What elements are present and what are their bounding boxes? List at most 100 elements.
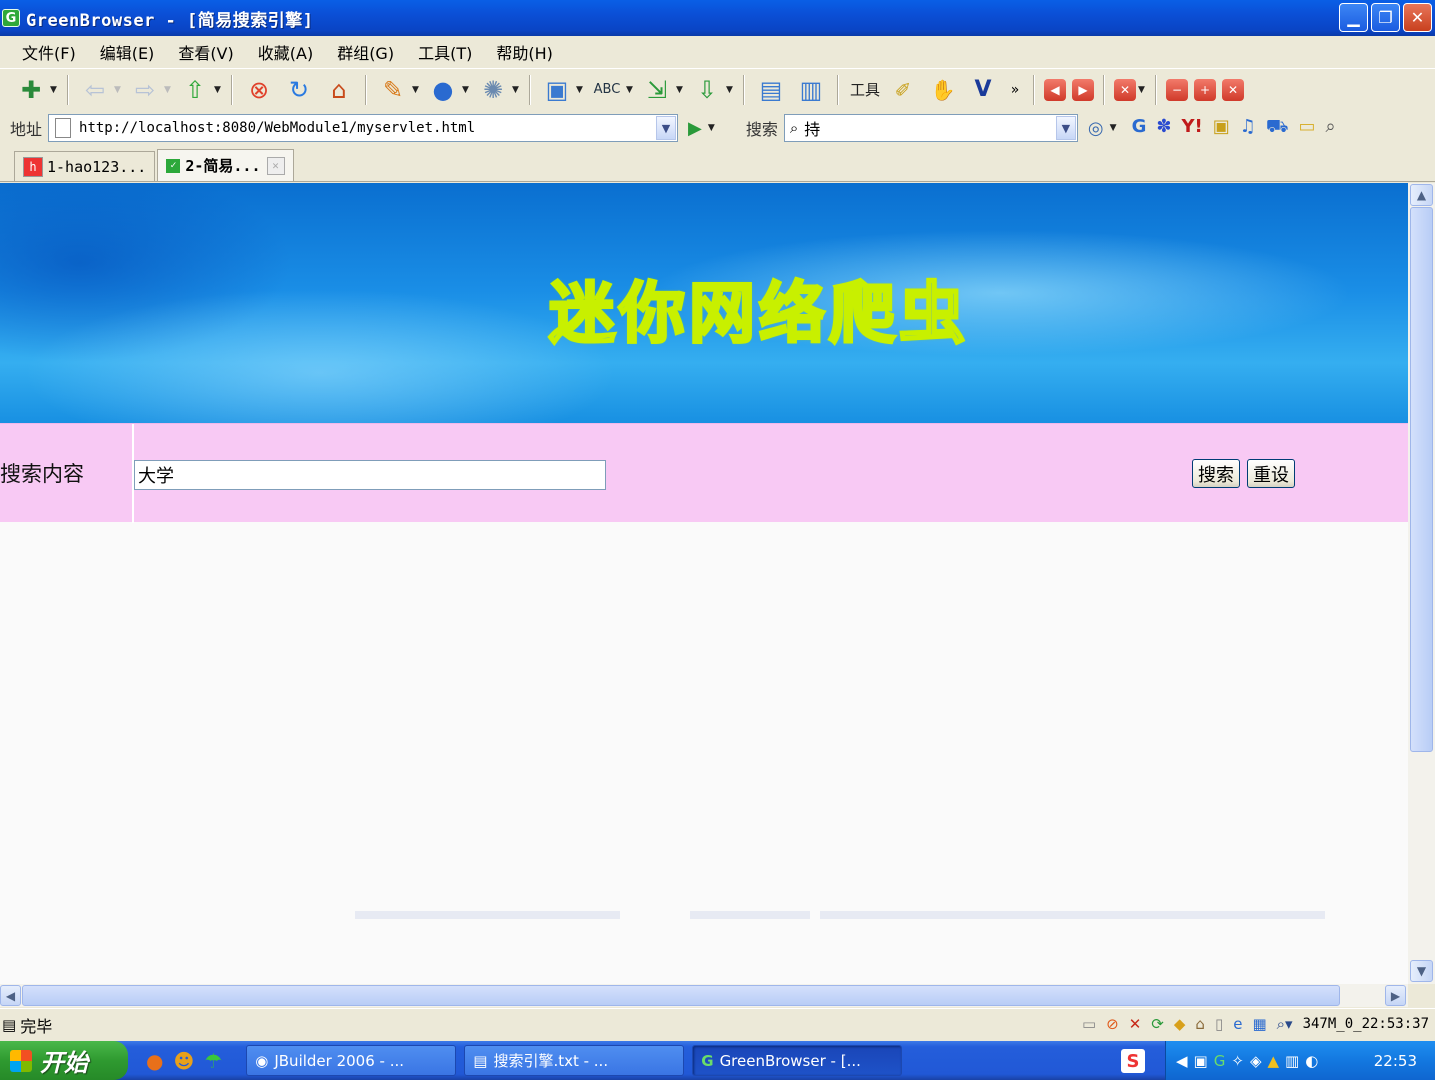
close-button[interactable]: ✕ <box>1403 3 1432 32</box>
search-button[interactable]: 搜索 <box>1192 459 1240 488</box>
back-dropdown-icon[interactable]: ▼ <box>114 85 122 95</box>
search-go-dropdown-icon[interactable]: ▼ <box>1110 123 1118 133</box>
zoom-level-icon[interactable]: ⌕▾ <box>1277 1015 1293 1033</box>
tile-windows-icon[interactable]: ▥ <box>794 73 828 107</box>
close-tab-icon[interactable]: ✕ <box>1114 78 1137 101</box>
tray-expand-icon[interactable]: ◀ <box>1176 1052 1188 1070</box>
search-engine-value[interactable]: 持 <box>804 116 1056 140</box>
plugin-icon[interactable]: ◆ <box>1174 1015 1186 1033</box>
up-dropdown-icon[interactable]: ▼ <box>214 85 222 95</box>
sync-icon[interactable]: ⟳ <box>1151 1015 1164 1033</box>
tray-monitor-icon[interactable]: ▣ <box>1194 1052 1208 1070</box>
tab-maximize-icon[interactable]: + <box>1194 78 1217 101</box>
title-bar[interactable]: G GreenBrowser - [简易搜索引擎] ▁ ❐ ✕ <box>0 0 1435 36</box>
scroll-left-icon[interactable]: ◀ <box>0 985 21 1006</box>
new-tab-dropdown-icon[interactable]: ▼ <box>50 85 58 95</box>
reset-button[interactable]: 重设 <box>1247 459 1295 488</box>
task-greenbrowser[interactable]: G GreenBrowser - [... <box>692 1045 903 1076</box>
status-home-icon[interactable]: ⌂ <box>1195 1015 1205 1033</box>
proxy-globe-icon[interactable]: ✺ <box>476 73 510 107</box>
image-dropdown-icon[interactable]: ▼ <box>576 85 584 95</box>
task-jbuilder[interactable]: ◉ JBuilder 2006 - ... <box>246 1045 457 1076</box>
forward-icon[interactable]: ⇨ <box>128 73 162 107</box>
tray-shield-icon[interactable]: ◈ <box>1250 1052 1262 1070</box>
ie-icon[interactable]: e <box>1233 1015 1242 1033</box>
search-go-icon[interactable]: ◎ <box>1088 118 1104 139</box>
download-dropdown-icon[interactable]: ▼ <box>726 85 734 95</box>
next-tab-icon[interactable]: ▶ <box>1072 78 1095 101</box>
baidu-paw-icon[interactable]: ✽ <box>1156 116 1171 140</box>
refresh-icon[interactable]: ↻ <box>282 73 316 107</box>
horizontal-scrollbar[interactable]: ◀ ▶ <box>0 984 1408 1007</box>
windows-icon[interactable]: ▦ <box>1252 1015 1266 1033</box>
address-url[interactable]: http://localhost:8080/WebModule1/myservl… <box>79 120 656 136</box>
tab-hao123[interactable]: h 1-hao123... <box>14 151 156 181</box>
go-icon[interactable]: ▶ <box>688 118 702 139</box>
music-icon[interactable]: ♫ <box>1240 116 1256 140</box>
import-dropdown-icon[interactable]: ▼ <box>676 85 684 95</box>
menu-tools[interactable]: 工具(T) <box>418 40 472 64</box>
forward-dropdown-icon[interactable]: ▼ <box>164 85 172 95</box>
firefox-icon[interactable]: ● <box>146 1049 163 1073</box>
vertical-scroll-thumb[interactable] <box>1410 207 1433 752</box>
scroll-right-icon[interactable]: ▶ <box>1385 985 1406 1006</box>
broom-icon[interactable]: ✐ <box>886 73 920 107</box>
horizontal-scroll-thumb[interactable] <box>22 985 1340 1006</box>
menu-edit[interactable]: 编辑(E) <box>100 40 155 64</box>
up-icon[interactable]: ⇧ <box>178 73 212 107</box>
tray-greenbrowser-icon[interactable]: G <box>1214 1052 1226 1070</box>
menu-groups[interactable]: 群组(G) <box>337 40 394 64</box>
tray-bluetooth-icon[interactable]: ✧ <box>1231 1052 1244 1070</box>
search-dropdown-icon[interactable]: ▼ <box>1055 116 1076 140</box>
zoom-icon[interactable]: ⌕ <box>1326 116 1336 140</box>
globe-dropdown-icon[interactable]: ▼ <box>462 85 470 95</box>
filter-icon[interactable]: ✕ <box>1129 1015 1142 1033</box>
spellcheck-dropdown-icon[interactable]: ▼ <box>626 85 634 95</box>
tab-simple-search[interactable]: ✓ 2-简易... ✕ <box>157 149 294 181</box>
scroll-down-icon[interactable]: ▼ <box>1410 960 1433 982</box>
new-tab-icon[interactable]: ✚ <box>14 73 48 107</box>
tray-lock-icon[interactable]: ▲ <box>1267 1052 1279 1070</box>
popup-block-icon[interactable]: ⊘ <box>1106 1015 1119 1033</box>
tray-volume-icon[interactable]: ◐ <box>1305 1052 1318 1070</box>
stop-icon[interactable]: ⊗ <box>242 73 276 107</box>
scroll-up-icon[interactable]: ▲ <box>1410 184 1433 206</box>
home-icon[interactable]: ⌂ <box>322 73 356 107</box>
clipboard-icon[interactable]: ▯ <box>1215 1015 1223 1033</box>
import-icon[interactable]: ⇲ <box>640 73 674 107</box>
image-icon[interactable]: ▣ <box>540 73 574 107</box>
menu-view[interactable]: 查看(V) <box>178 40 233 64</box>
address-input[interactable]: http://localhost:8080/WebModule1/myservl… <box>48 114 679 142</box>
gesture-dropdown-icon[interactable]: ▼ <box>412 85 420 95</box>
address-dropdown-icon[interactable]: ▼ <box>656 116 677 140</box>
menu-help[interactable]: 帮助(H) <box>496 40 553 64</box>
v-icon[interactable]: V <box>966 73 1000 107</box>
minimize-button[interactable]: ▁ <box>1339 3 1368 32</box>
prev-tab-icon[interactable]: ◀ <box>1044 78 1067 101</box>
proxy-dropdown-icon[interactable]: ▼ <box>512 85 520 95</box>
back-icon[interactable]: ⇦ <box>78 73 112 107</box>
menu-file[interactable]: 文件(F) <box>22 40 76 64</box>
tray-network-icon[interactable]: ▥ <box>1285 1052 1299 1070</box>
yahoo-icon[interactable]: Y! <box>1181 116 1202 140</box>
photo-icon[interactable]: ▣ <box>1213 116 1230 140</box>
menu-favorites[interactable]: 收藏(A) <box>258 40 313 64</box>
tiger-icon[interactable]: ☻ <box>173 1049 194 1073</box>
restore-button[interactable]: ❐ <box>1371 3 1400 32</box>
query-input[interactable] <box>134 460 606 490</box>
page-info-icon[interactable]: ▭ <box>1082 1015 1096 1033</box>
sogou-input-icon[interactable]: S <box>1121 1049 1145 1073</box>
search-engine-input[interactable]: ⌕ 持 ▼ <box>783 114 1078 142</box>
go-dropdown-icon[interactable]: ▼ <box>708 123 716 133</box>
shopping-icon[interactable]: ⛟ <box>1266 116 1289 140</box>
download-icon[interactable]: ⇩ <box>690 73 724 107</box>
tab-close-icon[interactable]: ✕ <box>266 156 285 175</box>
ad-block-icon[interactable]: ✋ <box>926 73 960 107</box>
tab-minimize-icon[interactable]: − <box>1166 78 1189 101</box>
vertical-scrollbar[interactable]: ▲ ▼ <box>1408 183 1435 984</box>
spellcheck-icon[interactable]: ABC <box>590 73 624 107</box>
task-notepad[interactable]: ▤ 搜索引擎.txt - ... <box>464 1045 685 1076</box>
green-umbrella-icon[interactable]: ☂ <box>204 1049 222 1073</box>
tab-close-icon[interactable]: ✕ <box>1222 78 1245 101</box>
window-layout-icon[interactable]: ▤ <box>754 73 788 107</box>
